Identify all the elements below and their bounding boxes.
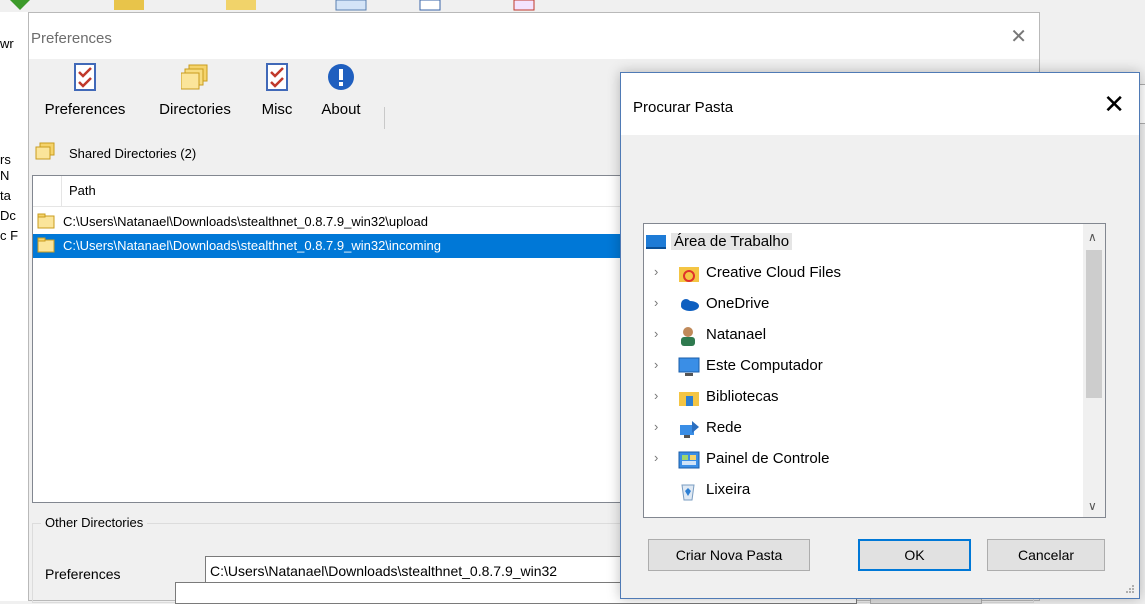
scroll-down-icon[interactable]: ∨ [1088,499,1097,513]
path-column-header[interactable]: Path [69,183,96,198]
folder-tree[interactable]: Área de Trabalho › Creative Cloud Files … [643,223,1106,518]
dialog-title: Procurar Pasta [633,99,734,116]
chevron-right-icon[interactable]: › [654,326,658,341]
path-text: C:\Users\Natanael\Downloads\stealthnet_0… [63,238,441,253]
path-text: C:\Users\Natanael\Downloads\stealthnet_0… [63,214,428,229]
tree-item-label: Rede [706,419,742,436]
chevron-right-icon[interactable]: › [654,357,658,372]
close-icon[interactable]: ✕ [1103,91,1125,117]
toolbar-label: Directories [159,101,231,118]
scrollbar-thumb[interactable] [1086,250,1102,398]
shared-directories-label: Shared Directories (2) [69,146,197,161]
window-title: Preferences [31,30,112,47]
creative-cloud-folder-icon [679,267,699,282]
tree-item-label: Natanael [706,326,767,343]
background-text: N [0,168,10,183]
list-item-selected[interactable]: C:\Users\Natanael\Downloads\stealthnet_0… [33,234,631,258]
recycle-bin-icon [681,484,695,501]
tree-item-user[interactable]: › Natanael [644,321,1080,349]
background-text: wr [0,36,14,51]
desktop-icon [646,235,666,249]
toolbar-label: About [321,101,361,118]
background-toolbar-icon [10,0,30,10]
tree-item-recycle-bin[interactable]: Lixeira [644,476,1080,504]
browse-folder-dialog: Procurar Pasta ✕ Área de Trabalho › Crea… [620,72,1140,599]
chevron-right-icon[interactable]: › [654,450,658,465]
preferences-field-label: Preferences [45,566,121,582]
tree-item-desktop[interactable]: Área de Trabalho [644,228,1080,256]
tree-item-label: Área de Trabalho [671,233,793,250]
vertical-scrollbar[interactable]: ∧ ∨ [1083,224,1105,517]
background-toolbar [0,0,1145,12]
tree-item-label: Este Computador [706,357,823,374]
chevron-right-icon[interactable]: › [654,264,658,279]
background-text: ta [0,188,11,203]
list-item[interactable]: C:\Users\Natanael\Downloads\stealthnet_0… [33,210,631,234]
chevron-right-icon[interactable]: › [654,419,658,434]
chevron-right-icon[interactable]: › [654,388,658,403]
tree-item-label: Bibliotecas [706,388,779,405]
scroll-up-icon[interactable]: ∧ [1088,230,1097,244]
list-header: Path [33,176,631,207]
tree-item-onedrive[interactable]: › OneDrive [644,290,1080,318]
background-text: Dc [0,208,16,223]
group-title: Other Directories [41,515,148,530]
onedrive-cloud-icon [681,299,699,311]
background-text: rs [0,152,11,167]
tree-item-libraries[interactable]: › Bibliotecas [644,383,1080,411]
chevron-right-icon[interactable]: › [654,295,658,310]
background-toolbar-icon [513,0,535,11]
toolbar-divider [384,107,385,129]
toolbar-preferences-button[interactable]: Preferences [35,63,135,118]
toolbar-directories-button[interactable]: Directories [147,63,243,118]
background-toolbar-icon [419,0,441,11]
toolbar-about-button[interactable]: About [313,63,369,118]
folders-icon [181,64,208,90]
tree-item-computer[interactable]: › Este Computador [644,352,1080,380]
close-icon[interactable]: ✕ [1010,27,1027,47]
tree-item-label: Lixeira [706,481,751,498]
toolbar-label: Preferences [44,101,126,118]
network-icon [680,421,699,438]
shared-directories-list[interactable]: Path C:\Users\Natanael\Downloads\stealth… [32,175,632,503]
background-text: c F [0,228,19,243]
column-divider [61,176,62,206]
computer-icon [678,357,700,376]
tree-item-control-panel[interactable]: › Painel de Controle [644,445,1080,473]
cancel-button[interactable]: Cancelar [987,539,1105,571]
info-exclamation-icon [328,64,354,90]
shared-folder-icon [35,142,55,160]
control-panel-icon [678,451,700,469]
checklist-icon [266,63,288,91]
folder-icon [37,237,55,253]
ok-button[interactable]: OK [858,539,971,571]
background-toolbar-icon [226,0,256,10]
preferences-titlebar: Preferences ✕ [29,13,1039,59]
tree-item-creative-cloud[interactable]: › Creative Cloud Files [644,259,1080,287]
tree-item-label: Creative Cloud Files [706,264,842,281]
dialog-titlebar: Procurar Pasta ✕ [621,73,1139,135]
checklist-icon [74,63,96,91]
user-folder-icon [681,327,695,346]
new-folder-button[interactable]: Criar Nova Pasta [648,539,810,571]
background-left-panel: wr rs N ta Dc c F [0,12,28,601]
resize-grip-icon[interactable] [1125,584,1135,594]
tree-item-network[interactable]: › Rede [644,414,1080,442]
tree-item-label: OneDrive [706,295,770,312]
toolbar-label: Misc [261,101,293,118]
folder-icon [37,213,55,229]
toolbar-misc-button[interactable]: Misc [255,63,299,118]
background-toolbar-icon [114,0,144,10]
background-toolbar-icon [335,0,367,11]
tree-item-label: Painel de Controle [706,450,830,467]
libraries-icon [679,392,699,406]
